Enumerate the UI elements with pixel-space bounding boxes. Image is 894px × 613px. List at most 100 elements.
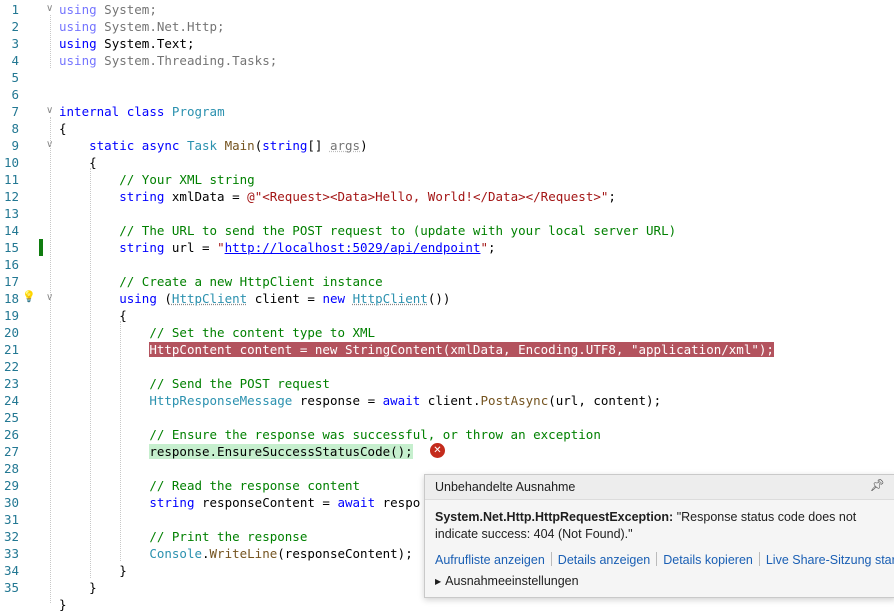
code-text: // Ensure the response was successful, o…: [59, 426, 601, 443]
code-token: {: [59, 121, 67, 136]
code-line[interactable]: 11 // Your XML string: [0, 171, 894, 188]
code-line[interactable]: 8{: [0, 120, 894, 137]
code-line[interactable]: 26 // Ensure the response was successful…: [0, 426, 894, 443]
code-line[interactable]: 5: [0, 69, 894, 86]
show-details-link[interactable]: Details anzeigen: [558, 553, 650, 567]
code-token: ": [217, 240, 225, 255]
code-line[interactable]: 22: [0, 358, 894, 375]
line-number: 13: [3, 206, 19, 221]
code-token: Console: [149, 546, 202, 561]
separator: [550, 552, 552, 566]
code-line[interactable]: 4 using System.Threading.Tasks;: [0, 52, 894, 69]
line-number: 17: [3, 274, 19, 289]
copy-details-link[interactable]: Details kopieren: [663, 553, 753, 567]
code-line[interactable]: 20 // Set the content type to XML: [0, 324, 894, 341]
code-line[interactable]: 27 response.EnsureSuccessStatusCode();: [0, 443, 894, 460]
code-token: }: [59, 563, 127, 578]
code-line[interactable]: 6: [0, 86, 894, 103]
code-line[interactable]: 25: [0, 409, 894, 426]
error-icon[interactable]: ✕: [430, 443, 445, 458]
line-number: 7: [11, 104, 19, 119]
code-token: {: [59, 308, 127, 323]
line-number: 11: [3, 172, 19, 187]
line-number: 10: [3, 155, 19, 170]
code-token: System.Net.Http;: [96, 19, 225, 34]
code-line[interactable]: 15 string url = "http://localhost:5029/a…: [0, 239, 894, 256]
code-line[interactable]: 12 string xmlData = @"<Request><Data>Hel…: [0, 188, 894, 205]
code-line[interactable]: 10 {: [0, 154, 894, 171]
code-token: await: [337, 495, 376, 510]
code-line[interactable]: }: [0, 596, 894, 613]
code-token: ()): [427, 291, 451, 306]
code-token: (url, content);: [548, 393, 662, 408]
code-text: string responseContent = await respo: [59, 494, 420, 511]
separator: [758, 552, 760, 566]
code-line[interactable]: 7 internal class Program: [0, 103, 894, 120]
line-number: 14: [3, 223, 19, 238]
code-token: ;: [608, 189, 616, 204]
line-number: 34: [3, 563, 19, 578]
line-number: 9: [11, 138, 19, 153]
line-number: 8: [11, 121, 19, 136]
code-line[interactable]: 16: [0, 256, 894, 273]
code-token: System;: [96, 2, 157, 17]
line-number: 28: [3, 461, 19, 476]
code-token: Main: [224, 138, 255, 153]
code-text: // Your XML string: [59, 171, 254, 188]
pin-icon[interactable]: 📌︎: [870, 478, 885, 492]
code-token: ": [480, 240, 488, 255]
code-token: // Send the POST request: [149, 376, 330, 391]
exception-message: System.Net.Http.HttpRequestException: "R…: [435, 509, 885, 543]
code-token: url =: [164, 240, 218, 255]
line-number: 27: [3, 444, 19, 459]
code-token: // Set the content type to XML: [149, 325, 376, 340]
show-call-stack-link[interactable]: Aufrufliste anzeigen: [435, 553, 545, 567]
code-token: HttpClient: [352, 291, 428, 306]
code-line[interactable]: 3 using System.Text;: [0, 35, 894, 52]
code-token: responseContent =: [194, 495, 338, 510]
code-line[interactable]: 21 HttpContent content = new StringConte…: [0, 341, 894, 358]
code-token: class: [126, 104, 165, 119]
code-token: xmlData =: [164, 189, 248, 204]
line-number: 25: [3, 410, 19, 425]
code-text: }: [59, 579, 97, 596]
line-number: 5: [11, 70, 19, 85]
code-line[interactable]: 24 HttpResponseMessage response = await …: [0, 392, 894, 409]
code-line[interactable]: 13: [0, 205, 894, 222]
code-text: // Send the POST request: [59, 375, 330, 392]
code-text: }: [59, 596, 67, 613]
code-line[interactable]: 14 // The URL to send the POST request t…: [0, 222, 894, 239]
code-line[interactable]: 23 // Send the POST request: [0, 375, 894, 392]
exception-settings-expander[interactable]: ▶ Ausnahmeeinstellungen: [435, 574, 579, 588]
line-number: 4: [11, 53, 19, 68]
start-live-share-link[interactable]: Live Share-Sitzung starten: [766, 553, 894, 567]
code-text: {: [59, 154, 97, 171]
code-line[interactable]: 17 // Create a new HttpClient instance: [0, 273, 894, 290]
code-token: response =: [292, 393, 383, 408]
line-number: 6: [11, 87, 19, 102]
code-line[interactable]: 1 using System;: [0, 1, 894, 18]
code-token: internal: [59, 104, 120, 119]
code-line[interactable]: 18 using (HttpClient client = new HttpCl…: [0, 290, 894, 307]
code-token: WriteLine: [209, 546, 278, 561]
code-line[interactable]: 2 using System.Net.Http;: [0, 18, 894, 35]
code-text: using System.Threading.Tasks;: [59, 52, 277, 69]
code-line[interactable]: 19 {: [0, 307, 894, 324]
code-token: {: [59, 155, 97, 170]
code-text: using System;: [59, 1, 157, 18]
code-line[interactable]: 9 static async Task Main(string[] args): [0, 137, 894, 154]
